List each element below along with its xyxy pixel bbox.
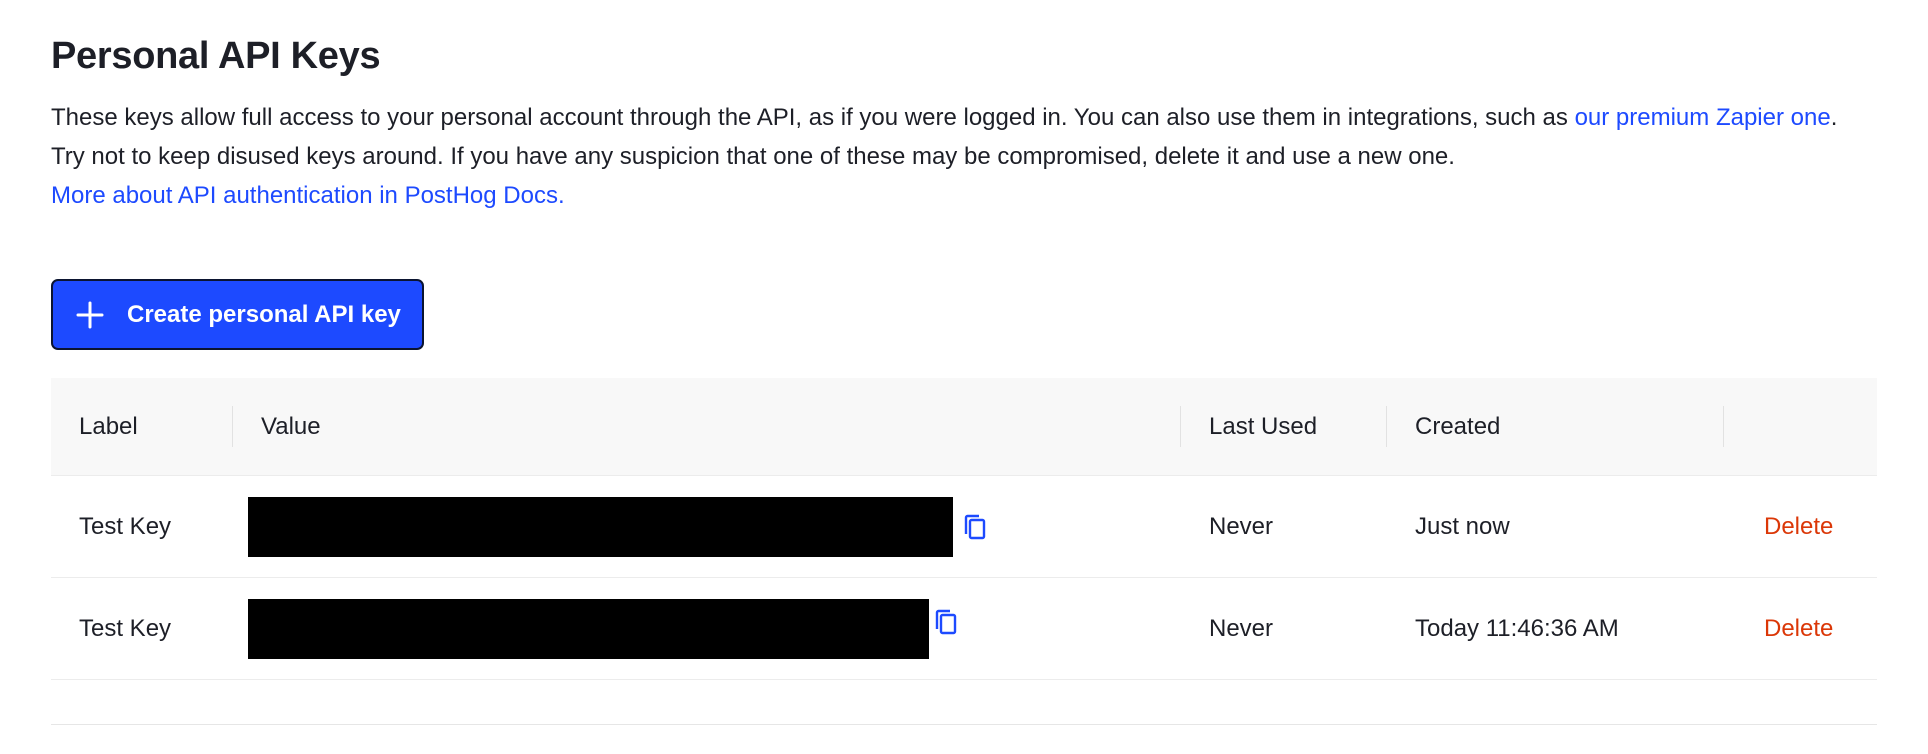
column-header-label[interactable]: Label: [51, 378, 233, 475]
delete-cell: Delete: [1724, 476, 1877, 577]
table-row: Test Key Never Just now Delete: [51, 476, 1877, 578]
column-header-created[interactable]: Created: [1387, 378, 1724, 475]
api-keys-table: Label Value Last Used Created Test Key N…: [51, 378, 1877, 725]
table-header: Label Value Last Used Created: [51, 378, 1877, 476]
create-button-label: Create personal API key: [127, 300, 401, 328]
description-text-1-end: .: [1830, 104, 1838, 131]
description-line-1: These keys allow full access to your per…: [51, 98, 1877, 137]
redacted-key-value: [248, 496, 953, 557]
description-line-2: Try not to keep disused keys around. If …: [51, 143, 1455, 170]
delete-button[interactable]: Delete: [1764, 513, 1833, 541]
zapier-link[interactable]: our premium Zapier one: [1575, 104, 1831, 131]
redacted-key-value: [248, 598, 929, 659]
copy-icon[interactable]: [962, 513, 988, 541]
table-row: Test Key Never Today 11:46:36 AM Delete: [51, 578, 1877, 680]
personal-api-keys-section: Personal API Keys These keys allow full …: [51, 30, 1877, 725]
delete-button[interactable]: Delete: [1764, 615, 1833, 643]
column-header-last-used[interactable]: Last Used: [1181, 378, 1387, 475]
table-footer: [51, 680, 1877, 725]
key-label: Test Key: [79, 512, 172, 540]
plus-icon: [75, 300, 105, 330]
key-created: Just now: [1415, 512, 1510, 540]
delete-cell: Delete: [1724, 578, 1877, 679]
copy-icon[interactable]: [933, 608, 959, 636]
column-header-value[interactable]: Value: [233, 378, 1181, 475]
key-last-used: Never: [1209, 614, 1274, 642]
page-title: Personal API Keys: [51, 35, 381, 77]
key-created: Today 11:46:36 AM: [1415, 614, 1619, 642]
docs-line: More about API authentication in PostHog…: [51, 176, 1877, 215]
key-value-cell: [233, 578, 1181, 679]
key-value-cell: [233, 476, 1181, 577]
docs-link[interactable]: More about API authentication in PostHog…: [51, 182, 565, 209]
column-header-actions: [1724, 378, 1877, 475]
description-text-1: These keys allow full access to your per…: [51, 104, 1575, 131]
description: These keys allow full access to your per…: [51, 98, 1877, 215]
key-last-used: Never: [1209, 512, 1274, 540]
key-label: Test Key: [79, 614, 172, 642]
create-personal-api-key-button[interactable]: Create personal API key: [51, 279, 424, 350]
